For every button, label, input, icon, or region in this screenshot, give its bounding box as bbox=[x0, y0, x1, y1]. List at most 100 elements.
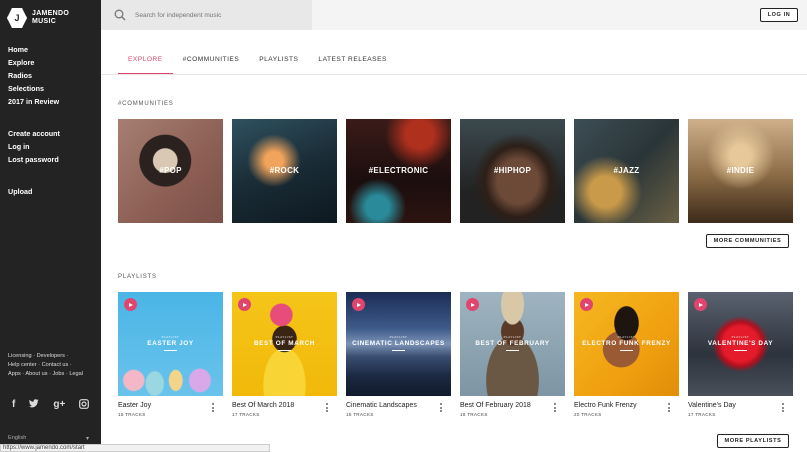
nav-upload[interactable]: Upload bbox=[8, 185, 32, 198]
playlist-card-best-of-march[interactable]: PLAYLIST BEST OF MARCH Best Of March 201… bbox=[232, 292, 337, 417]
account-nav: Create account Log in Lost password bbox=[8, 127, 60, 166]
playlist-card-electro-funk-frenzy[interactable]: PLAYLIST ELECTRO FUNK FRENZY Electro Fun… bbox=[574, 292, 679, 417]
community-label: #HIPHOP bbox=[493, 166, 532, 175]
nav-2017-in-review[interactable]: 2017 in Review bbox=[8, 95, 59, 108]
brand-line1: JAMENDO bbox=[32, 10, 70, 17]
facebook-icon[interactable]: f bbox=[12, 399, 15, 412]
tab-explore[interactable]: EXPLORE bbox=[118, 50, 173, 74]
more-options-icon[interactable] bbox=[212, 403, 215, 414]
playlists-heading: PLAYLISTS bbox=[118, 274, 157, 280]
cover-divider bbox=[164, 350, 177, 351]
tab-playlists[interactable]: PLAYLISTS bbox=[249, 50, 308, 74]
footer-help-center[interactable]: Help center bbox=[8, 362, 37, 368]
community-tile-pop[interactable]: #POP bbox=[118, 119, 223, 223]
search-input[interactable] bbox=[135, 11, 305, 19]
footer-legal[interactable]: Legal bbox=[69, 371, 83, 377]
cover-sub: PLAYLIST bbox=[389, 335, 408, 339]
playlist-name[interactable]: Valentine's Day bbox=[688, 402, 793, 409]
footer-apps[interactable]: Apps bbox=[8, 371, 21, 377]
footer-developers[interactable]: Developers bbox=[37, 353, 65, 359]
jamendo-logo[interactable]: J JAMENDO MUSIC bbox=[7, 8, 69, 28]
search-box[interactable] bbox=[101, 0, 312, 30]
nav-log-in[interactable]: Log in bbox=[8, 140, 60, 153]
playlist-name[interactable]: Electro Funk Frenzy bbox=[574, 402, 679, 409]
play-icon[interactable] bbox=[124, 298, 137, 311]
play-icon[interactable] bbox=[580, 298, 593, 311]
playlist-cover[interactable]: PLAYLIST EASTER JOY bbox=[118, 292, 223, 396]
more-options-icon[interactable] bbox=[782, 403, 785, 414]
top-bar: LOG IN bbox=[101, 0, 807, 30]
playlist-name[interactable]: Best Of February 2018 bbox=[460, 402, 565, 409]
more-communities-button[interactable]: MORE COMMUNITIES bbox=[706, 234, 789, 248]
login-button[interactable]: LOG IN bbox=[760, 8, 798, 22]
playlist-track-count: 18 TRACKS bbox=[460, 412, 488, 417]
community-tile-indie[interactable]: #INDIE bbox=[688, 119, 793, 223]
playlist-track-count: 17 TRACKS bbox=[688, 412, 716, 417]
cover-sub: PLAYLIST bbox=[617, 335, 636, 339]
community-tile-hiphop[interactable]: #HIPHOP bbox=[460, 119, 565, 223]
play-icon[interactable] bbox=[352, 298, 365, 311]
more-options-icon[interactable] bbox=[554, 403, 557, 414]
playlist-track-count: 17 TRACKS bbox=[232, 412, 260, 417]
play-icon[interactable] bbox=[694, 298, 707, 311]
nav-create-account[interactable]: Create account bbox=[8, 127, 60, 140]
footer-licensing[interactable]: Licensing bbox=[8, 353, 32, 359]
playlist-name[interactable]: Best Of March 2018 bbox=[232, 402, 337, 409]
google-plus-icon[interactable]: g+ bbox=[53, 399, 65, 412]
community-tile-jazz[interactable]: #JAZZ bbox=[574, 119, 679, 223]
chevron-down-icon[interactable]: ▾ bbox=[86, 435, 89, 442]
playlist-cover[interactable]: PLAYLIST VALENTINE'S DAY bbox=[688, 292, 793, 396]
cover-title: BEST OF MARCH bbox=[253, 340, 316, 347]
cover-sub: PLAYLIST bbox=[275, 335, 294, 339]
nav-lost-password[interactable]: Lost password bbox=[8, 153, 60, 166]
cover-title: VALENTINE'S DAY bbox=[707, 340, 774, 347]
playlist-card-cinematic-landscapes[interactable]: PLAYLIST CINEMATIC LANDSCAPES Cinematic … bbox=[346, 292, 451, 417]
cover-divider bbox=[278, 350, 291, 351]
cover-sub: PLAYLIST bbox=[731, 335, 750, 339]
footer-links: Licensing · Developers · Help center · C… bbox=[8, 353, 83, 377]
cover-divider bbox=[620, 350, 633, 351]
playlist-name[interactable]: Easter Joy bbox=[118, 402, 223, 409]
play-icon[interactable] bbox=[466, 298, 479, 311]
nav-home[interactable]: Home bbox=[8, 43, 59, 56]
community-label: #POP bbox=[159, 166, 182, 175]
cover-divider bbox=[392, 350, 405, 351]
nav-radios[interactable]: Radios bbox=[8, 69, 59, 82]
communities-grid: #POP #ROCK #ELECTRONIC #HIPHOP #JAZZ #IN… bbox=[118, 119, 793, 223]
tab-latest-releases[interactable]: LATEST RELEASES bbox=[308, 50, 396, 74]
community-label: #ELECTRONIC bbox=[368, 166, 429, 175]
instagram-icon[interactable] bbox=[79, 399, 90, 412]
cover-title: EASTER JOY bbox=[147, 340, 194, 347]
community-label: #ROCK bbox=[269, 166, 300, 175]
more-options-icon[interactable] bbox=[668, 403, 671, 414]
cover-title: BEST OF FEBRUARY bbox=[475, 340, 550, 347]
playlist-card-best-of-february[interactable]: PLAYLIST BEST OF FEBRUARY Best Of Februa… bbox=[460, 292, 565, 417]
playlist-name[interactable]: Cinematic Landscapes bbox=[346, 402, 451, 409]
play-icon[interactable] bbox=[238, 298, 251, 311]
playlist-cover[interactable]: PLAYLIST CINEMATIC LANDSCAPES bbox=[346, 292, 451, 396]
social-links: f g+ bbox=[12, 399, 90, 412]
footer-jobs[interactable]: Jobs bbox=[53, 371, 65, 377]
playlist-card-easter-joy[interactable]: PLAYLIST EASTER JOY Easter Joy 15 TRACKS bbox=[118, 292, 223, 417]
jamendo-logo-icon: J bbox=[7, 8, 27, 28]
tab-communities[interactable]: #COMMUNITIES bbox=[173, 50, 250, 74]
language-selector[interactable]: English bbox=[8, 435, 26, 441]
footer-contact-us[interactable]: Contact us bbox=[42, 362, 69, 368]
footer-about-us[interactable]: About us bbox=[25, 371, 47, 377]
twitter-icon[interactable] bbox=[29, 399, 39, 412]
cover-divider bbox=[506, 350, 519, 351]
playlist-cover[interactable]: PLAYLIST ELECTRO FUNK FRENZY bbox=[574, 292, 679, 396]
more-options-icon[interactable] bbox=[326, 403, 329, 414]
playlist-cover[interactable]: PLAYLIST BEST OF MARCH bbox=[232, 292, 337, 396]
more-playlists-button[interactable]: MORE PLAYLISTS bbox=[717, 434, 789, 448]
community-tile-rock[interactable]: #ROCK bbox=[232, 119, 337, 223]
nav-selections[interactable]: Selections bbox=[8, 82, 59, 95]
more-options-icon[interactable] bbox=[440, 403, 443, 414]
cover-title: ELECTRO FUNK FRENZY bbox=[582, 340, 671, 347]
nav-explore[interactable]: Explore bbox=[8, 56, 59, 69]
playlist-track-count: 15 TRACKS bbox=[346, 412, 374, 417]
upload-nav: Upload bbox=[8, 185, 32, 198]
playlist-cover[interactable]: PLAYLIST BEST OF FEBRUARY bbox=[460, 292, 565, 396]
community-tile-electronic[interactable]: #ELECTRONIC bbox=[346, 119, 451, 223]
playlist-card-valentines-day[interactable]: PLAYLIST VALENTINE'S DAY Valentine's Day… bbox=[688, 292, 793, 417]
